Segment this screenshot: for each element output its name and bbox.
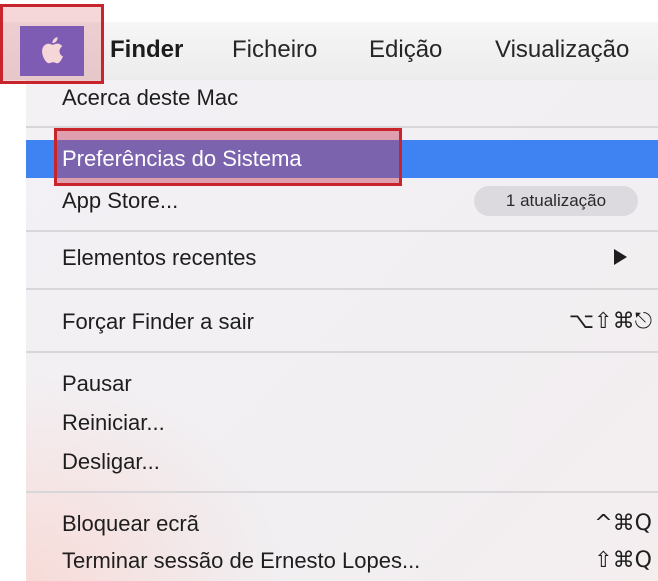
menu-edicao[interactable]: Edição xyxy=(369,31,442,69)
menu-item-lock-screen[interactable]: Bloquear ecrã xyxy=(62,506,199,542)
menu-item-force-quit[interactable]: Forçar Finder a sair xyxy=(62,304,254,340)
menu-separator xyxy=(26,351,658,353)
menu-item-sleep[interactable]: Pausar xyxy=(62,366,132,402)
menu-separator xyxy=(26,288,658,290)
app-store-update-badge: 1 atualização xyxy=(474,186,638,216)
menu-item-restart[interactable]: Reiniciar... xyxy=(62,405,165,441)
force-quit-shortcut: ⌥⇧⌘⎋ xyxy=(568,309,652,334)
menu-item-about-this-mac[interactable]: Acerca deste Mac xyxy=(62,80,238,116)
menu-item-log-out[interactable]: Terminar sessão de Ernesto Lopes... xyxy=(62,543,420,579)
menu-item-recent-items[interactable]: Elementos recentes xyxy=(62,240,256,276)
menu-separator xyxy=(26,491,658,493)
menu-item-shut-down[interactable]: Desligar... xyxy=(62,444,160,480)
lock-screen-shortcut: ^⌘Q xyxy=(594,511,652,536)
apple-menu-annotation-box xyxy=(0,4,104,84)
menu-visualizacao[interactable]: Visualização xyxy=(495,31,629,69)
menu-finder[interactable]: Finder xyxy=(110,31,183,69)
log-out-shortcut: ⇧⌘Q xyxy=(594,548,652,573)
menu-separator xyxy=(26,230,658,232)
screenshot-stage: Finder Ficheiro Edição Visualização Acer… xyxy=(0,0,658,581)
menu-item-system-preferences-label: Preferências do Sistema xyxy=(62,146,302,171)
menu-ficheiro[interactable]: Ficheiro xyxy=(232,31,317,69)
menu-item-app-store[interactable]: App Store... xyxy=(62,183,178,219)
submenu-arrow-icon xyxy=(614,249,627,265)
